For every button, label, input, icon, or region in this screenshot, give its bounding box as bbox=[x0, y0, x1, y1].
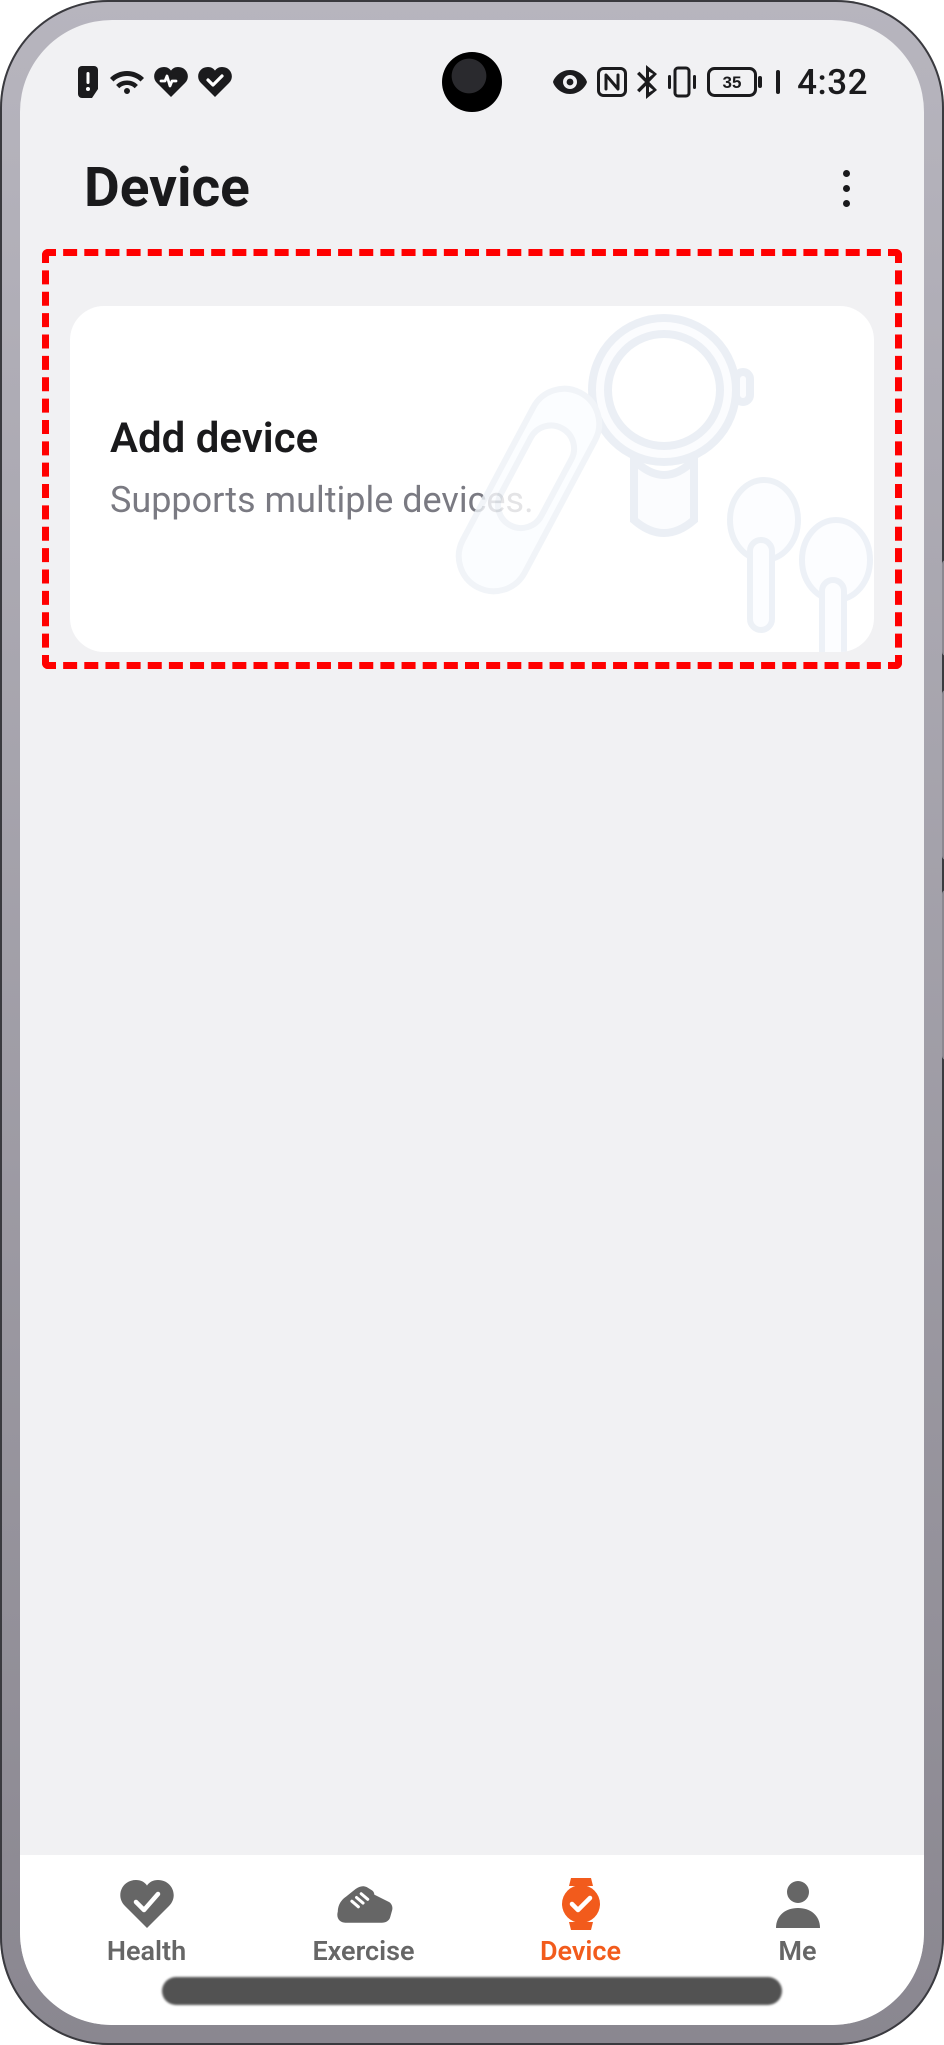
page-title: Device bbox=[84, 156, 250, 220]
wifi-icon bbox=[110, 69, 144, 95]
nav-label: Health bbox=[107, 1935, 186, 1967]
battery-text: 35 bbox=[723, 73, 742, 92]
add-device-card[interactable]: Add device Supports multiple devices. bbox=[70, 306, 874, 652]
vibrate-icon bbox=[667, 66, 697, 98]
kebab-dot-icon bbox=[843, 200, 850, 207]
home-indicator bbox=[162, 1977, 782, 2005]
content-area: Add device Supports multiple devices. bbox=[20, 244, 924, 1855]
person-icon bbox=[769, 1879, 827, 1929]
status-right-icons: 35 4:32 bbox=[553, 62, 868, 103]
status-time: 4:32 bbox=[797, 62, 868, 103]
header: Device bbox=[20, 114, 924, 244]
bluetooth-icon bbox=[637, 65, 657, 99]
phone-frame: 35 4:32 Device bbox=[0, 0, 944, 2045]
more-menu-button[interactable] bbox=[824, 166, 868, 210]
watch-icon bbox=[552, 1879, 610, 1929]
sim-alert-icon bbox=[76, 66, 100, 98]
nav-label: Device bbox=[540, 1935, 621, 1967]
heart-check-icon bbox=[198, 67, 232, 97]
nav-label: Exercise bbox=[312, 1935, 414, 1967]
nav-device[interactable]: Device bbox=[472, 1879, 689, 1967]
eye-icon bbox=[553, 70, 587, 94]
nav-health[interactable]: Health bbox=[38, 1879, 255, 1967]
front-camera bbox=[442, 52, 502, 112]
battery-icon: 35 bbox=[707, 67, 763, 97]
nav-exercise[interactable]: Exercise bbox=[255, 1879, 472, 1967]
devices-illustration-icon bbox=[444, 306, 874, 652]
shoe-icon bbox=[335, 1879, 393, 1929]
heart-rate-icon bbox=[154, 67, 188, 97]
nav-me[interactable]: Me bbox=[689, 1879, 906, 1967]
nav-label: Me bbox=[778, 1935, 816, 1967]
screen: 35 4:32 Device bbox=[20, 20, 924, 2025]
kebab-dot-icon bbox=[843, 185, 850, 192]
battery-charge-icon bbox=[773, 67, 783, 97]
heart-icon bbox=[118, 1879, 176, 1929]
status-left-icons bbox=[76, 66, 232, 98]
kebab-dot-icon bbox=[843, 170, 850, 177]
nfc-icon bbox=[597, 67, 627, 97]
